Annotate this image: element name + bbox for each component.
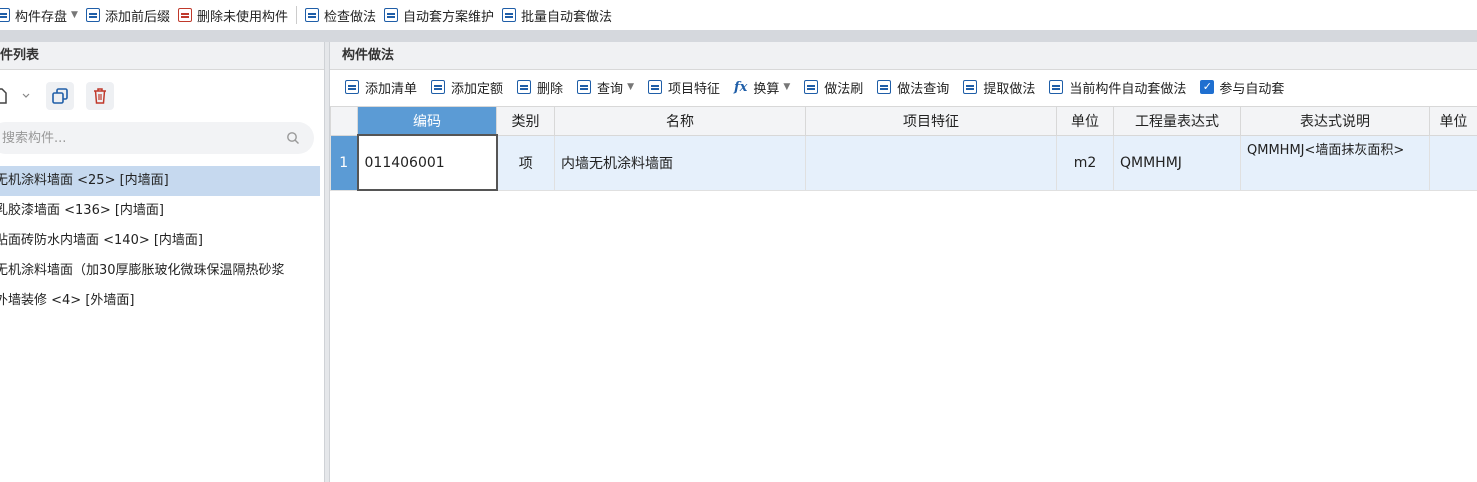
table-row[interactable]: 1 011406001 项 内墙无机涂料墙面 m2 QMMHMJ QMMHMJ<…	[330, 134, 1477, 191]
add-prefix-suffix-label: 添加前后缀	[104, 9, 170, 25]
brush-icon	[804, 80, 819, 94]
check-method-label: 检查做法	[323, 9, 376, 25]
batch-auto-button[interactable]: 批量自动套做法	[498, 3, 616, 27]
row-number[interactable]: 1	[330, 134, 358, 191]
auto-scheme-button[interactable]: 自动套方案维护	[380, 3, 498, 27]
join-auto-label: 参与自动套	[1219, 81, 1285, 97]
list-item[interactable]: 无机涂料墙面 <25> [内墙面]	[0, 166, 320, 196]
unit-cell[interactable]: m2	[1056, 134, 1114, 191]
toolbar-divider	[295, 6, 297, 24]
convert-label: 换算	[753, 81, 780, 97]
new-component-button[interactable]	[0, 82, 34, 110]
method-brush-label: 做法刷	[824, 81, 864, 97]
grid-header-row: 编码 类别 名称 项目特征 单位 工程量表达式 表达式说明 单位	[330, 106, 1477, 136]
trash-icon	[517, 80, 532, 94]
component-list-panel: 件列表 无机涂料墙面 <25> [内墙面]	[0, 42, 324, 482]
expression-desc-cell[interactable]: QMMHMJ<墙面抹灰面积>	[1240, 134, 1430, 191]
item-feature-label: 项目特征	[667, 81, 720, 97]
column-header[interactable]: 名称	[554, 106, 806, 136]
add-quota-button[interactable]: 添加定额	[424, 78, 510, 97]
method-toolbar: 添加清单 添加定额 删除 查询 ▼ 项目特征 fx 换算 ▼ 做法刷 做法查询 …	[330, 70, 1477, 104]
method-query-button[interactable]: 做法查询	[870, 78, 956, 97]
add-list-label: 添加清单	[365, 81, 418, 97]
column-header[interactable]: 单位	[1429, 106, 1477, 136]
column-header[interactable]: 表达式说明	[1240, 106, 1430, 136]
column-header[interactable]: 编码	[357, 106, 497, 136]
auto-scheme-label: 自动套方案维护	[402, 9, 494, 25]
current-auto-label: 当前构件自动套做法	[1069, 81, 1187, 97]
feature-cell[interactable]	[805, 134, 1057, 191]
extract-method-button[interactable]: 提取做法	[956, 78, 1042, 97]
query-button[interactable]: 查询 ▼	[570, 78, 641, 97]
chevron-down-icon[interactable]: ▼	[71, 10, 78, 20]
method-query-icon	[877, 80, 892, 94]
auto-apply-icon	[1049, 80, 1064, 94]
add-quota-icon	[431, 80, 446, 94]
copy-component-button[interactable]	[46, 82, 74, 110]
delete-component-button[interactable]	[86, 82, 114, 110]
query-icon	[577, 80, 592, 94]
column-header[interactable]: 类别	[496, 106, 555, 136]
component-method-title: 构件做法	[330, 42, 1477, 70]
add-list-button[interactable]: 添加清单	[338, 78, 424, 97]
list-item[interactable]: 无机涂料墙面（加30厚膨胀玻化微珠保温隔热砂浆	[0, 256, 320, 286]
save-component-button[interactable]: 构件存盘 ▼	[0, 3, 82, 27]
query-label: 查询	[597, 81, 624, 97]
method-brush-button[interactable]: 做法刷	[797, 78, 870, 97]
column-header[interactable]: 单位	[1056, 106, 1114, 136]
extract-method-label: 提取做法	[983, 81, 1036, 97]
trash-icon	[94, 88, 106, 104]
search-icon[interactable]	[286, 131, 300, 145]
expression-cell[interactable]: QMMHMJ	[1113, 134, 1241, 191]
delete-unused-icon	[177, 8, 192, 22]
batch-auto-label: 批量自动套做法	[521, 9, 613, 25]
prefix-suffix-icon	[85, 8, 100, 22]
new-file-icon	[0, 88, 30, 104]
current-auto-button[interactable]: 当前构件自动套做法	[1042, 78, 1193, 97]
add-quota-label: 添加定额	[451, 81, 504, 97]
delete-unused-button[interactable]: 删除未使用构件	[174, 3, 292, 27]
code-cell[interactable]: 011406001	[356, 134, 498, 191]
convert-button[interactable]: fx 换算 ▼	[727, 78, 797, 97]
delete-label: 删除	[537, 81, 564, 97]
join-auto-checkbox[interactable]: ✓ 参与自动套	[1193, 78, 1291, 97]
main-toolbar: 构件存盘 ▼ 添加前后缀 删除未使用构件 检查做法 自动套方案维护 批量自动套做…	[0, 0, 1477, 30]
checkbox-checked-icon[interactable]: ✓	[1200, 80, 1215, 94]
list-item[interactable]: 贴面砖防水内墙面 <140> [内墙面]	[0, 226, 320, 256]
list-item[interactable]: 外墙装修 <4> [外墙面]	[0, 286, 320, 316]
check-method-icon	[304, 8, 319, 22]
chevron-down-icon[interactable]: ▼	[627, 82, 634, 92]
list-item[interactable]: 乳胶漆墙面 <136> [内墙面]	[0, 196, 320, 226]
batch-auto-icon	[502, 8, 516, 22]
formula-icon: fx	[734, 79, 748, 95]
component-list: 无机涂料墙面 <25> [内墙面] 乳胶漆墙面 <136> [内墙面] 贴面砖防…	[0, 166, 324, 316]
delete-button[interactable]: 删除	[510, 78, 570, 97]
component-list-title: 件列表	[0, 42, 324, 70]
method-query-label: 做法查询	[897, 81, 950, 97]
unit-extra-cell[interactable]	[1429, 134, 1477, 191]
item-feature-icon	[647, 80, 662, 94]
search-box[interactable]	[0, 122, 314, 154]
save-icon	[0, 8, 10, 22]
method-grid: 编码 类别 名称 项目特征 单位 工程量表达式 表达式说明 单位 1 01140…	[330, 106, 1477, 191]
save-component-label: 构件存盘	[15, 9, 68, 25]
column-header[interactable]: 工程量表达式	[1113, 106, 1241, 136]
add-prefix-suffix-button[interactable]: 添加前后缀	[82, 3, 174, 27]
auto-scheme-icon	[383, 8, 398, 22]
name-cell[interactable]: 内墙无机涂料墙面	[554, 134, 806, 191]
toolbar-separator-bar	[0, 30, 1477, 42]
delete-unused-label: 删除未使用构件	[196, 9, 288, 25]
component-list-tools	[0, 70, 324, 122]
copy-icon	[52, 88, 68, 104]
chevron-down-icon[interactable]: ▼	[783, 82, 790, 92]
check-method-button[interactable]: 检查做法	[301, 3, 380, 27]
component-method-panel: 构件做法 添加清单 添加定额 删除 查询 ▼ 项目特征 fx 换算 ▼ 做法刷 …	[330, 42, 1477, 482]
add-list-icon	[345, 80, 359, 94]
search-input[interactable]	[0, 129, 286, 147]
category-cell[interactable]: 项	[496, 134, 555, 191]
column-header[interactable]: 项目特征	[805, 106, 1057, 136]
item-feature-button[interactable]: 项目特征	[641, 78, 727, 97]
extract-icon	[963, 80, 978, 94]
header-rownum	[330, 106, 358, 136]
